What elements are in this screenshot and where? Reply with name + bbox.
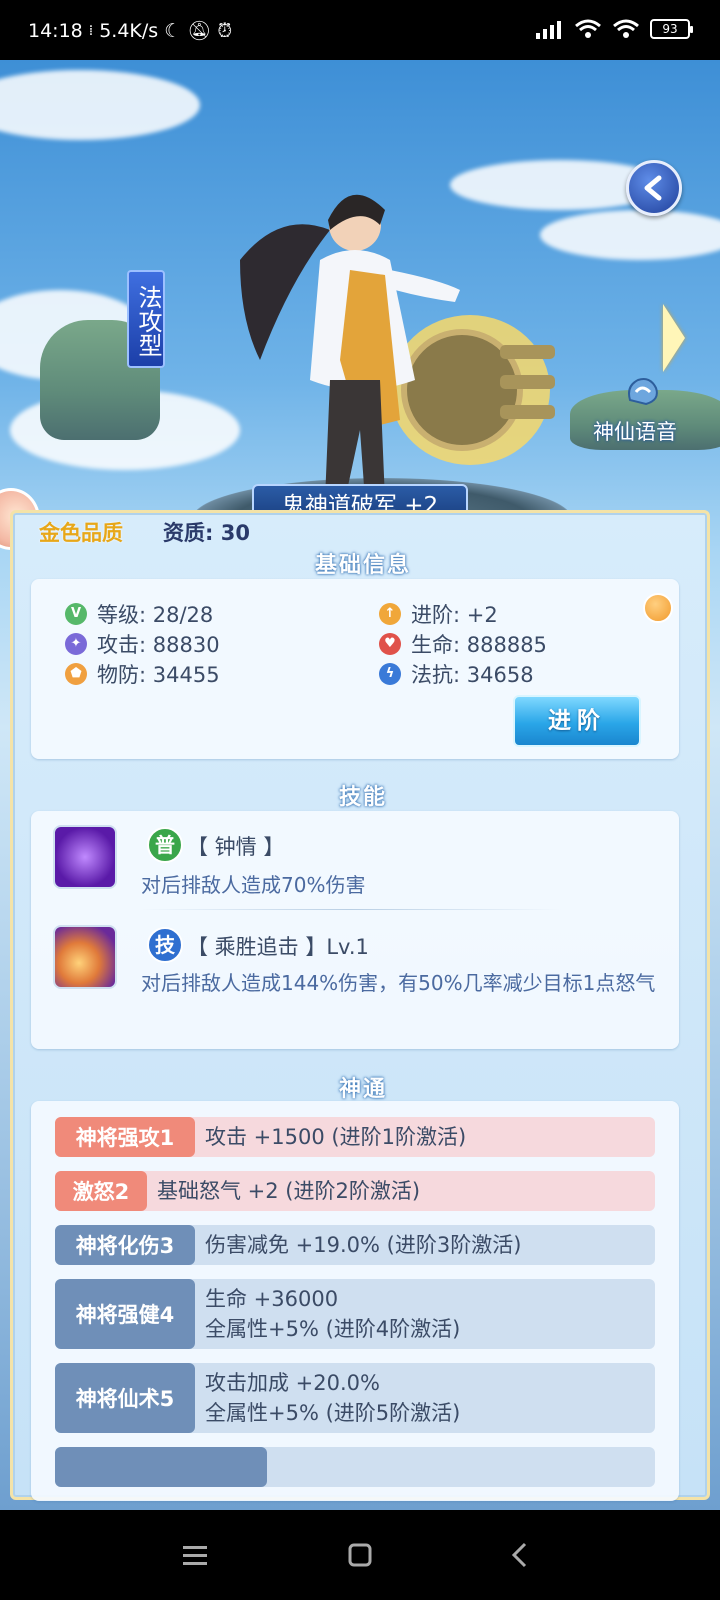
talent-row: 神将化伤3 伤害减免 +19.0% (进阶3阶激活): [55, 1225, 655, 1265]
stat-magic-res: ϟ 法抗: 34658: [379, 659, 534, 689]
stat-phys-def-text: 物防: 34455: [97, 663, 220, 687]
system-nav-bar: [0, 1510, 720, 1600]
next-hero-arrow[interactable]: [663, 304, 685, 372]
talent-tag: 神将强攻1: [55, 1117, 195, 1157]
back-arrow-icon: [644, 175, 662, 201]
moon-icon: ☾: [164, 19, 182, 42]
basic-info-title-text: 基础信息: [314, 553, 411, 578]
talent-text: 基础怒气 +2 (进阶2阶激活): [157, 1179, 421, 1203]
stat-attack: ✦ 攻击: 88830: [65, 629, 220, 659]
skill-name: 【 钟情 】: [187, 835, 285, 859]
talent-text: 生命 +36000 全属性+5% (进阶4阶激活): [195, 1284, 460, 1344]
talents-card: 神将强攻1 攻击 +1500 (进阶1阶激活) 激怒2 基础怒气 +2 (进阶2…: [31, 1101, 679, 1501]
skills-title-text: 技能: [338, 785, 387, 810]
heart-icon: ♥: [379, 633, 401, 655]
back-button[interactable]: [626, 160, 682, 216]
skill-description: 对后排敌人造成70%伤害: [141, 873, 366, 897]
search-icon[interactable]: [643, 593, 673, 623]
voice-icon[interactable]: [622, 372, 662, 412]
level-icon: V: [65, 603, 87, 625]
tech-skill-badge: 技: [147, 927, 183, 963]
talent-row: 激怒2 基础怒气 +2 (进阶2阶激活): [55, 1171, 655, 1211]
skill-name: 【 乘胜追击 】Lv.1: [187, 935, 369, 959]
talent-tag: 神将仙术5: [55, 1363, 195, 1433]
talent-row-partial: [55, 1447, 655, 1487]
stat-advance: ↑ 进阶: +2: [379, 599, 498, 629]
stat-advance-text: 进阶: +2: [411, 603, 498, 627]
skill-icon-zhongqing[interactable]: [53, 825, 117, 889]
talent-row: 神将强攻1 攻击 +1500 (进阶1阶激活): [55, 1117, 655, 1157]
home-icon[interactable]: [345, 1540, 375, 1570]
wifi-icon-2: [613, 19, 639, 38]
status-bar: 14:18 ⁞ 5.4K/s ☾ 🔕︎ ⏰︎ 93: [0, 0, 720, 60]
skill-description: 对后排敌人造成144%伤害，有50%几率减少目标1点怒气: [141, 971, 656, 995]
talent-tag: 神将化伤3: [55, 1225, 195, 1265]
stat-level: V 等级: 28/28: [65, 599, 213, 629]
talent-text: 攻击 +1500 (进阶1阶激活): [205, 1125, 467, 1149]
skill-divider: [141, 909, 561, 910]
skills-card: 普 【 钟情 】 对后排敌人造成70%伤害 技 【 乘胜追击 】Lv.1 对后排…: [31, 811, 679, 1049]
cloud: [0, 70, 200, 140]
stat-hp-text: 生命: 888885: [411, 633, 547, 657]
skill-icon-chengsheng[interactable]: [53, 925, 117, 989]
talent-line: 全属性+5% (进阶4阶激活): [205, 1317, 461, 1341]
talent-tag: 神将强健4: [55, 1279, 195, 1349]
talents-title: 神通: [13, 1071, 713, 1103]
lightning-icon: ϟ: [379, 663, 401, 685]
attack-icon: ✦: [65, 633, 87, 655]
status-net-speed: 5.4K/s: [99, 19, 159, 42]
stat-level-text: 等级: 28/28: [97, 603, 214, 627]
talent-text: 伤害减免 +19.0% (进阶3阶激活): [205, 1233, 522, 1257]
basic-info-title: 基础信息: [13, 547, 713, 579]
back-nav-icon[interactable]: [505, 1540, 535, 1570]
quality-label: 金色品质: [39, 521, 123, 545]
hero-type-tag: 法攻型: [127, 270, 165, 368]
stat-hp: ♥ 生命: 888885: [379, 629, 547, 659]
voice-label[interactable]: 神仙语音: [593, 416, 677, 446]
talent-line: 全属性+5% (进阶5阶激活): [205, 1401, 461, 1425]
stat-phys-def: ⬟ 物防: 34455: [65, 659, 220, 689]
talent-tag: 激怒2: [55, 1171, 147, 1211]
hero-info-panel: 金色品质 资质: 30 基础信息 V 等级: 28/28 ↑ 进阶: +2 ✦ …: [10, 510, 713, 1501]
talent-row: 神将仙术5 攻击加成 +20.0% 全属性+5% (进阶5阶激活): [55, 1363, 655, 1433]
skills-title: 技能: [13, 779, 713, 811]
wifi-icon: [575, 19, 601, 38]
talent-line: 攻击加成 +20.0%: [205, 1371, 380, 1395]
separator-icon: ⁞: [88, 22, 94, 39]
signal-icon: [536, 21, 561, 39]
screen: 14:18 ⁞ 5.4K/s ☾ 🔕︎ ⏰︎ 93 法攻型 神仙语音 鬼神道破军…: [0, 0, 720, 1600]
aptitude-label: 资质: 30: [163, 521, 250, 545]
battery-level: 93: [662, 22, 678, 36]
battery-icon: 93: [650, 19, 693, 39]
talent-text: 攻击加成 +20.0% 全属性+5% (进阶5阶激活): [195, 1368, 460, 1428]
talent-tag: [55, 1447, 267, 1487]
bell-off-icon: 🔕︎: [187, 20, 212, 42]
basic-info-card: V 等级: 28/28 ↑ 进阶: +2 ✦ 攻击: 88830 ♥ 生命: 8…: [31, 579, 679, 759]
talents-title-text: 神通: [338, 1077, 387, 1102]
stat-magic-res-text: 法抗: 34658: [411, 663, 534, 687]
advance-icon: ↑: [379, 603, 401, 625]
alarm-icon: ⏰︎: [217, 19, 233, 42]
menu-icon[interactable]: [180, 1540, 210, 1570]
status-time: 14:18: [28, 19, 83, 42]
shield-icon: ⬟: [65, 663, 87, 685]
talent-line: 生命 +36000: [205, 1287, 339, 1311]
advance-button[interactable]: 进阶: [513, 695, 641, 747]
stat-attack-text: 攻击: 88830: [97, 633, 220, 657]
talent-row: 神将强健4 生命 +36000 全属性+5% (进阶4阶激活): [55, 1279, 655, 1349]
normal-skill-badge: 普: [147, 827, 183, 863]
cloud: [540, 210, 720, 260]
